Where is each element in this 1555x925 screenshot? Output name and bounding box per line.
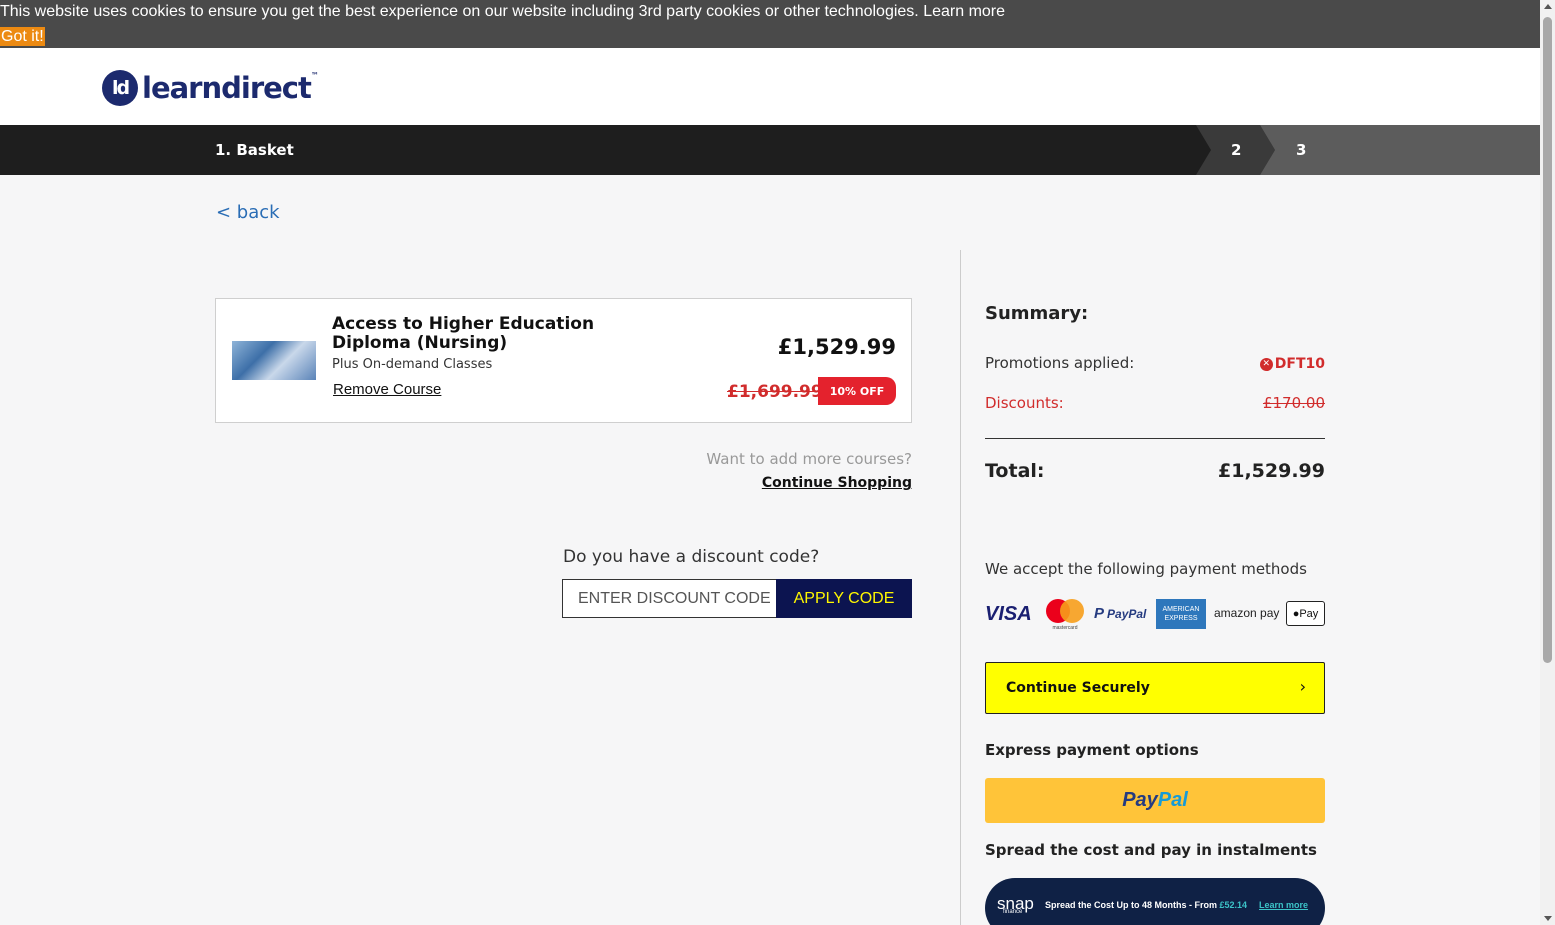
logo-text: learndirect (142, 71, 312, 105)
mastercard-label: mastercard (1052, 625, 1077, 631)
step-arrows (1196, 125, 1540, 175)
back-link[interactable]: < back (216, 202, 280, 223)
discounts-amount: £170.00 (1262, 394, 1325, 412)
logo-trademark: ™ (310, 71, 319, 80)
paypal-p-icon: P (1094, 605, 1105, 622)
promotions-label: Promotions applied: (985, 354, 1135, 372)
promo-code-tag[interactable]: ✕ DFT10 (1259, 356, 1325, 372)
paypal-method-icon: P PayPal (1094, 605, 1146, 622)
total-amount: £1,529.99 (1218, 460, 1325, 482)
logo-wordmark: learndirect™ (142, 71, 319, 105)
remove-course-link[interactable]: Remove Course (333, 381, 441, 398)
summary-title: Summary: (985, 303, 1089, 324)
step-2: 2 (1231, 141, 1242, 159)
mastercard-icon: mastercard (1044, 597, 1086, 631)
promo-code: DFT10 (1274, 356, 1325, 372)
remove-promo-icon[interactable]: ✕ (1259, 357, 1273, 371)
snap-offer: Spread the Cost Up to 48 Months - From (1045, 900, 1220, 910)
apple-pay-icon: ● Pay (1286, 601, 1325, 626)
summary-divider (985, 438, 1325, 439)
cookie-text: This website uses cookies to ensure you … (0, 3, 924, 20)
course-price: £1,529.99 (777, 335, 896, 359)
scroll-down-arrow-icon[interactable] (1544, 916, 1552, 921)
course-title: Access to Higher Education Diploma (Nurs… (332, 314, 595, 353)
snap-amount: £52.14 (1219, 900, 1248, 910)
snap-learn-more-link[interactable]: Learn more (1259, 900, 1308, 910)
apple-pay-label: Pay (1299, 607, 1319, 620)
scroll-up-arrow-icon[interactable] (1544, 4, 1552, 9)
mastercard-logo: mastercard (1046, 599, 1084, 631)
apply-code-button[interactable]: APPLY CODE (776, 579, 912, 618)
basket-item: Access to Higher Education Diploma (Nurs… (215, 298, 912, 423)
paypal-checkout-button[interactable]: PayPal (985, 778, 1325, 823)
amex-icon: AMERICAN EXPRESS (1156, 599, 1206, 629)
scroll-thumb[interactable] (1543, 17, 1552, 663)
paypal-logo-pay: Pay (1122, 789, 1158, 811)
amazon-pay-icon: amazon pay (1214, 606, 1280, 620)
continue-shopping-link[interactable]: Continue Shopping (762, 475, 912, 491)
apple-icon: ● (1292, 607, 1300, 620)
logo-mark: ld (102, 70, 138, 106)
column-divider (960, 250, 961, 925)
step-3: 3 (1296, 141, 1307, 159)
snap-finance-label: finance (1003, 909, 1023, 915)
payment-methods: VISA mastercard P PayPal AMERICAN EXPRESS… (985, 597, 1325, 631)
course-subtitle: Plus On-demand Classes (332, 357, 493, 372)
visa-icon: VISA (985, 603, 1032, 625)
payment-methods-text: We accept the following payment methods (985, 560, 1307, 578)
continue-securely-button[interactable]: Continue Securely › (985, 662, 1325, 714)
cookie-accept-button[interactable]: Got it! (0, 27, 45, 46)
cookie-message: This website uses cookies to ensure you … (0, 3, 1005, 21)
discount-badge: 10% OFF (818, 377, 896, 405)
step-basket: 1. Basket (215, 141, 294, 159)
continue-securely-label: Continue Securely (1006, 680, 1150, 696)
add-more-question: Want to add more courses? (706, 450, 912, 468)
paypal-method-label: PayPal (1107, 606, 1147, 621)
discount-question: Do you have a discount code? (563, 547, 820, 567)
discount-code-input[interactable] (562, 579, 777, 618)
total-label: Total: (985, 460, 1045, 482)
snap-finance-banner[interactable]: snap finance Spread the Cost Up to 48 Mo… (985, 878, 1325, 925)
cookie-banner: This website uses cookies to ensure you … (0, 0, 1540, 48)
page-scrollbar[interactable] (1540, 0, 1555, 925)
course-original-price: £1,699.99 (727, 382, 823, 402)
checkout-progress: 1. Basket 2 3 (0, 125, 1540, 175)
discounts-label: Discounts: (985, 394, 1064, 412)
cookie-learn-more-link[interactable]: Learn more (923, 3, 1005, 20)
paypal-logo-pal: Pal (1157, 789, 1188, 811)
snap-offer-text: Spread the Cost Up to 48 Months - From £… (1045, 900, 1247, 910)
learndirect-logo[interactable]: ld learndirect™ (102, 70, 319, 106)
express-payment-label: Express payment options (985, 741, 1199, 759)
instalments-label: Spread the cost and pay in instalments (985, 841, 1317, 859)
course-thumbnail (232, 341, 316, 380)
site-header: ld learndirect™ (0, 48, 1540, 125)
chevron-right-icon: › (1299, 677, 1306, 696)
